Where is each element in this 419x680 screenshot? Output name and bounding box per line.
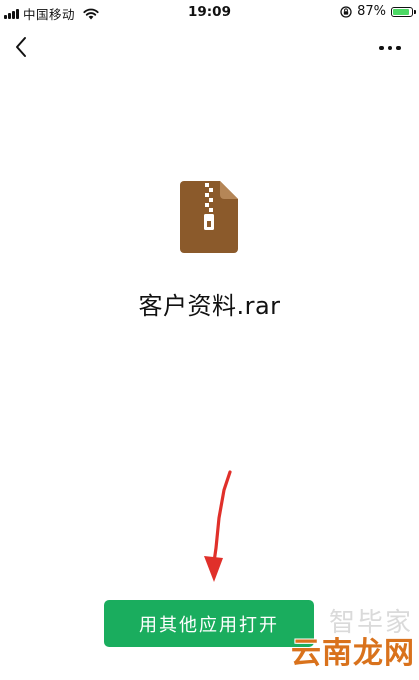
battery-icon — [391, 6, 416, 17]
watermark-main: 云南龙网 — [291, 636, 415, 671]
status-bar: 中国移动 19:09 87% — [0, 0, 419, 24]
red-arrow-icon — [204, 470, 232, 582]
more-dot — [387, 45, 393, 51]
back-button[interactable] — [8, 34, 34, 60]
zip-archive-icon — [180, 181, 238, 253]
rotation-lock-icon — [340, 5, 352, 18]
chevron-left-icon — [16, 37, 26, 57]
more-dot — [379, 45, 384, 51]
open-with-other-app-button[interactable]: 用其他应用打开 — [104, 600, 314, 647]
status-right: 87% — [340, 4, 416, 19]
file-preview-screen: 中国移动 19:09 87% 客户资料.rar 用其他应用打开 智毕家 云南龙网 — [0, 0, 419, 680]
file-name: 客户资料.rar — [138, 292, 281, 320]
more-button[interactable] — [375, 38, 405, 58]
more-dot — [396, 45, 401, 51]
battery-tip — [414, 9, 416, 14]
battery-percent: 87% — [357, 4, 386, 19]
battery-fill — [393, 8, 409, 15]
